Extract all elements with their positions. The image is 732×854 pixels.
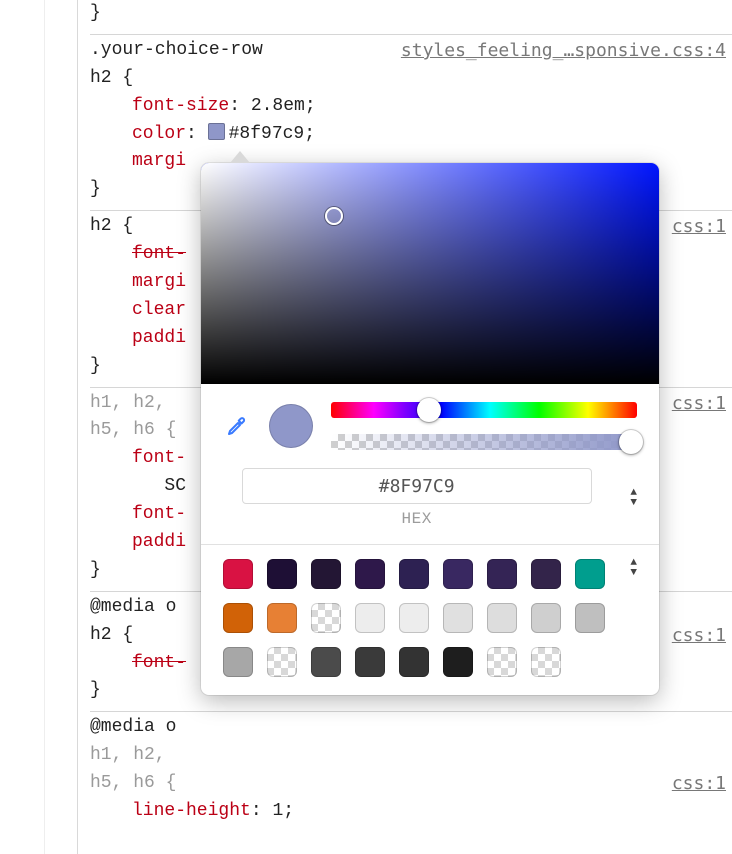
css-value[interactable]: 2.8em <box>251 96 305 116</box>
palette-chip[interactable] <box>487 559 517 589</box>
chevron-down-icon: ▼ <box>630 499 637 507</box>
source-link[interactable]: css:1 <box>672 770 726 798</box>
css-property[interactable]: font- <box>132 653 186 673</box>
css-property[interactable]: font- <box>132 448 186 468</box>
alpha-thumb[interactable] <box>619 430 643 454</box>
palette-chip[interactable] <box>443 603 473 633</box>
css-value[interactable]: SC <box>132 476 186 496</box>
selector[interactable]: h2 { <box>90 625 133 645</box>
hue-thumb[interactable] <box>417 398 441 422</box>
palette-chip[interactable] <box>267 559 297 589</box>
source-link[interactable]: css:1 <box>672 213 726 241</box>
palette-chip[interactable] <box>311 647 341 677</box>
color-preview <box>269 404 313 448</box>
palette-chip[interactable] <box>443 647 473 677</box>
divider <box>201 544 659 545</box>
source-link[interactable]: css:1 <box>672 390 726 418</box>
palette-chip[interactable] <box>399 647 429 677</box>
css-value[interactable]: 1 <box>272 801 283 821</box>
selector[interactable]: h5, h6 { <box>90 420 176 440</box>
palette-chip[interactable] <box>531 603 561 633</box>
color-mode-label: HEX <box>402 510 432 528</box>
eyedropper-icon <box>225 414 249 438</box>
hex-input[interactable] <box>242 468 592 504</box>
palette-chip[interactable] <box>223 603 253 633</box>
css-property[interactable]: margi <box>132 272 186 292</box>
alpha-slider[interactable] <box>331 434 637 450</box>
selector[interactable]: h1, h2, <box>90 393 166 413</box>
palette-chip[interactable] <box>531 559 561 589</box>
palette-chip[interactable] <box>399 559 429 589</box>
palette-chip[interactable] <box>267 603 297 633</box>
palette-chip[interactable] <box>355 559 385 589</box>
css-value[interactable]: #8f97c9 <box>229 124 305 144</box>
css-property[interactable]: line-height <box>132 801 251 821</box>
css-property[interactable]: margi <box>132 151 186 171</box>
selector[interactable]: h2 { <box>90 216 133 236</box>
selector[interactable]: h2 { <box>90 68 133 88</box>
css-property[interactable]: paddi <box>132 532 186 552</box>
source-link[interactable]: css:1 <box>672 622 726 650</box>
css-property[interactable]: font- <box>132 504 186 524</box>
selector[interactable]: @media o <box>90 717 176 737</box>
chevron-up-icon: ▲ <box>630 489 637 497</box>
palette-chip[interactable] <box>223 647 253 677</box>
palette-chip[interactable] <box>399 603 429 633</box>
palette-chip[interactable] <box>311 559 341 589</box>
css-rule[interactable]: } <box>90 0 732 35</box>
palette-chip[interactable] <box>487 603 517 633</box>
color-swatch[interactable] <box>208 123 225 140</box>
css-property[interactable]: clear <box>132 300 186 320</box>
palette-chip[interactable] <box>267 647 297 677</box>
css-property[interactable]: color <box>132 124 186 144</box>
palette-chip[interactable] <box>223 559 253 589</box>
hue-slider[interactable] <box>331 402 637 418</box>
palette-grid <box>223 559 610 677</box>
color-picker: HEX ▲ ▼ ▲ ▼ <box>201 163 659 695</box>
picker-arrow <box>230 151 250 163</box>
palette-stepper[interactable]: ▲ ▼ <box>630 559 637 577</box>
css-property[interactable]: font-size <box>132 96 229 116</box>
palette-chip[interactable] <box>575 603 605 633</box>
palette-chip[interactable] <box>355 647 385 677</box>
palette-chip[interactable] <box>443 559 473 589</box>
selector[interactable]: h1, h2, <box>90 745 166 765</box>
css-property[interactable]: paddi <box>132 328 186 348</box>
chevron-down-icon: ▼ <box>630 569 637 577</box>
selector[interactable]: h5, h6 { <box>90 773 176 793</box>
saturation-value-field[interactable] <box>201 163 659 384</box>
sv-cursor[interactable] <box>325 207 343 225</box>
gutter <box>0 0 78 854</box>
source-link[interactable]: styles_feeling_…sponsive.css:4 <box>401 37 726 65</box>
css-property[interactable]: font- <box>132 244 186 264</box>
palette-chip[interactable] <box>575 559 605 589</box>
mode-stepper[interactable]: ▲ ▼ <box>630 489 637 507</box>
palette-chip[interactable] <box>311 603 341 633</box>
palette-chip[interactable] <box>487 647 517 677</box>
palette-chip[interactable] <box>531 647 561 677</box>
chevron-up-icon: ▲ <box>630 559 637 567</box>
selector[interactable]: @media o <box>90 597 176 617</box>
palette-chip[interactable] <box>355 603 385 633</box>
eyedropper-button[interactable] <box>223 412 251 440</box>
css-rule[interactable]: css:1 @media o h1, h2, h5, h6 { line-hei… <box>90 712 732 832</box>
selector[interactable]: .your-choice-row <box>90 40 263 60</box>
